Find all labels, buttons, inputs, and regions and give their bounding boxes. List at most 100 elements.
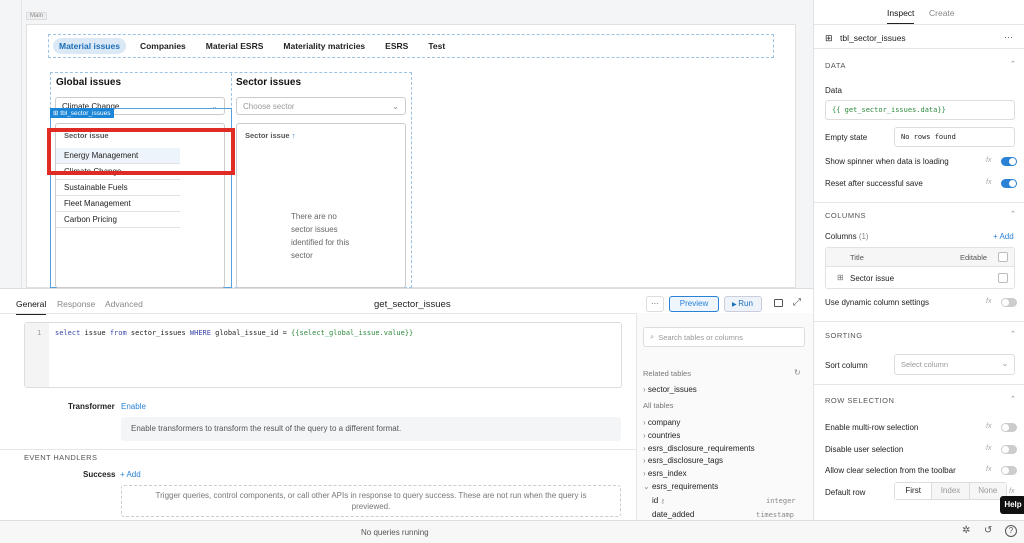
editable-all-checkbox[interactable] [998, 252, 1008, 262]
help-icon[interactable]: ? [1005, 525, 1017, 537]
sql-keyword: from [109, 329, 127, 337]
empty-state-text: There are no sector issues identified fo… [291, 212, 350, 260]
related-tables-label: Related tables [643, 369, 691, 378]
add-column-button[interactable]: + Add [993, 232, 1014, 241]
component-more-button[interactable]: ··· [1004, 32, 1013, 42]
chevron-up-icon[interactable]: ⌃ [1010, 330, 1016, 338]
success-hint: Trigger queries, control components, or … [121, 485, 621, 517]
fx-icon[interactable]: fx [986, 298, 991, 305]
table-list-item[interactable]: › esrs_disclosure_requirements [643, 443, 755, 456]
allow-clear-toggle[interactable] [1001, 466, 1017, 475]
chevron-down-icon: ⌄ [643, 481, 652, 491]
disable-selection-toggle[interactable] [1001, 445, 1017, 454]
sector-select[interactable]: Choose sector ⌄ [236, 97, 406, 115]
chevron-up-icon[interactable]: ⌃ [1010, 395, 1016, 403]
table-list-item[interactable]: › esrs_disclosure_tags [643, 455, 755, 468]
line-number: 1 [37, 329, 42, 337]
spinner-label: Show spinner when data is loading [825, 157, 949, 166]
transformer-enable-link[interactable]: Enable [121, 402, 146, 411]
fx-icon[interactable]: fx [986, 445, 991, 452]
multi-row-toggle[interactable] [1001, 423, 1017, 432]
canvas-left-strip [0, 0, 22, 288]
panel-layout-icon[interactable] [774, 299, 783, 307]
help-tooltip: Help [1000, 496, 1024, 514]
columns-table: Title Editable ⊞ Sector issue [825, 247, 1015, 289]
column-type-icon: ⊞ [837, 273, 844, 282]
tab-material-esrs[interactable]: Material ESRS [200, 38, 270, 54]
allow-clear-label: Allow clear selection from the toolbar [825, 466, 956, 475]
sql-text: issue [80, 329, 110, 337]
history-icon[interactable]: ↺ [984, 525, 992, 536]
tab-response[interactable]: Response [57, 299, 95, 309]
chevron-up-icon[interactable]: ⌃ [1010, 60, 1016, 68]
fx-icon[interactable]: fx [986, 157, 991, 164]
app-canvas: Main Material issues Companies Material … [0, 0, 813, 288]
add-success-handler[interactable]: + Add [120, 470, 141, 479]
sort-column-label: Sort column [825, 361, 868, 370]
fx-icon[interactable]: fx [986, 423, 991, 430]
divider [814, 48, 1024, 49]
data-label: Data [825, 86, 842, 95]
tab-test[interactable]: Test [422, 38, 451, 54]
section-divider [0, 449, 636, 450]
fx-icon[interactable]: fx [986, 179, 991, 186]
query-status: No queries running [361, 528, 429, 537]
frame-label: Main [26, 12, 48, 20]
related-table-item[interactable]: › sector_issues [643, 385, 697, 394]
tab-create[interactable]: Create [929, 8, 955, 18]
sort-column-select[interactable]: Select column ⌄ [894, 354, 1015, 375]
default-row-first[interactable]: First [895, 483, 933, 499]
row-selection-section-title: ROW SELECTION [825, 396, 895, 405]
dynamic-columns-toggle[interactable] [1001, 298, 1017, 307]
chevron-up-icon[interactable]: ⌃ [1010, 210, 1016, 218]
reset-label: Reset after successful save [825, 179, 923, 188]
empty-state-input[interactable]: No rows found [894, 127, 1015, 147]
refresh-icon[interactable]: ↻ [794, 368, 801, 377]
default-row-index[interactable]: Index [932, 483, 970, 499]
table-list-item[interactable]: › esrs_index [643, 468, 755, 481]
sql-text: sector_issues [126, 329, 190, 337]
run-button[interactable]: ▶ Run [724, 296, 762, 312]
schema-search-input[interactable]: ⌕ Search tables or columns [643, 327, 805, 347]
query-panel: General Response Advanced get_sector_iss… [0, 288, 813, 521]
component-name[interactable]: tbl_sector_issues [840, 33, 906, 43]
expand-icon[interactable]: ⤢ [793, 297, 801, 308]
editable-checkbox[interactable] [998, 273, 1008, 283]
status-bar: No queries running ✲ ↺ ? [0, 520, 1024, 543]
more-options-button[interactable]: ··· [646, 296, 664, 312]
column-row-sector-issue[interactable]: Sector issue [850, 274, 894, 283]
table-row[interactable]: Sustainable Fuels [56, 180, 180, 196]
tab-esrs[interactable]: ESRS [379, 38, 414, 54]
disable-selection-label: Disable user selection [825, 445, 904, 454]
column-type: integer [766, 497, 796, 505]
column-name: id ⚷ [652, 496, 665, 505]
multi-row-label: Enable multi-row selection [825, 423, 919, 432]
table-list-item[interactable]: › countries [643, 430, 755, 443]
dynamic-columns-label: Use dynamic column settings [825, 298, 930, 307]
tab-advanced[interactable]: Advanced [105, 299, 143, 309]
table-list-item[interactable]: › company [643, 417, 755, 430]
table-header-sector-issue[interactable]: Sector issue ↑ [245, 131, 295, 140]
tab-inspect[interactable]: Inspect [887, 8, 915, 25]
data-input[interactable]: {{ get_sector_issues.data}} [825, 100, 1015, 120]
debug-icon[interactable]: ✲ [962, 525, 970, 536]
table-row[interactable]: Carbon Pricing [56, 212, 180, 228]
tab-companies[interactable]: Companies [134, 38, 192, 54]
code-editor[interactable]: 1 select issue from sector_issues WHERE … [24, 322, 622, 388]
success-label: Success [83, 470, 116, 479]
sql-code: select issue from sector_issues WHERE gl… [55, 329, 413, 337]
reset-toggle[interactable] [1001, 179, 1017, 188]
search-icon: ⌕ [650, 332, 655, 341]
global-issues-title: Global issues [56, 77, 122, 88]
fx-icon[interactable]: fx [986, 466, 991, 473]
spinner-toggle[interactable] [1001, 157, 1017, 166]
sorting-section-title: SORTING [825, 331, 863, 340]
sector-issues-table[interactable]: Sector issue ↑ There are no sector issue… [236, 123, 406, 288]
tab-materiality-matricies[interactable]: Materiality matricies [277, 38, 371, 54]
preview-button[interactable]: Preview [669, 296, 719, 312]
table-list-item[interactable]: ⌄ esrs_requirements [643, 481, 755, 494]
table-row[interactable]: Fleet Management [56, 196, 180, 212]
columns-section-title: COLUMNS [825, 211, 867, 220]
fx-icon[interactable]: fx [1009, 488, 1014, 495]
tab-material-issues[interactable]: Material issues [53, 38, 126, 54]
